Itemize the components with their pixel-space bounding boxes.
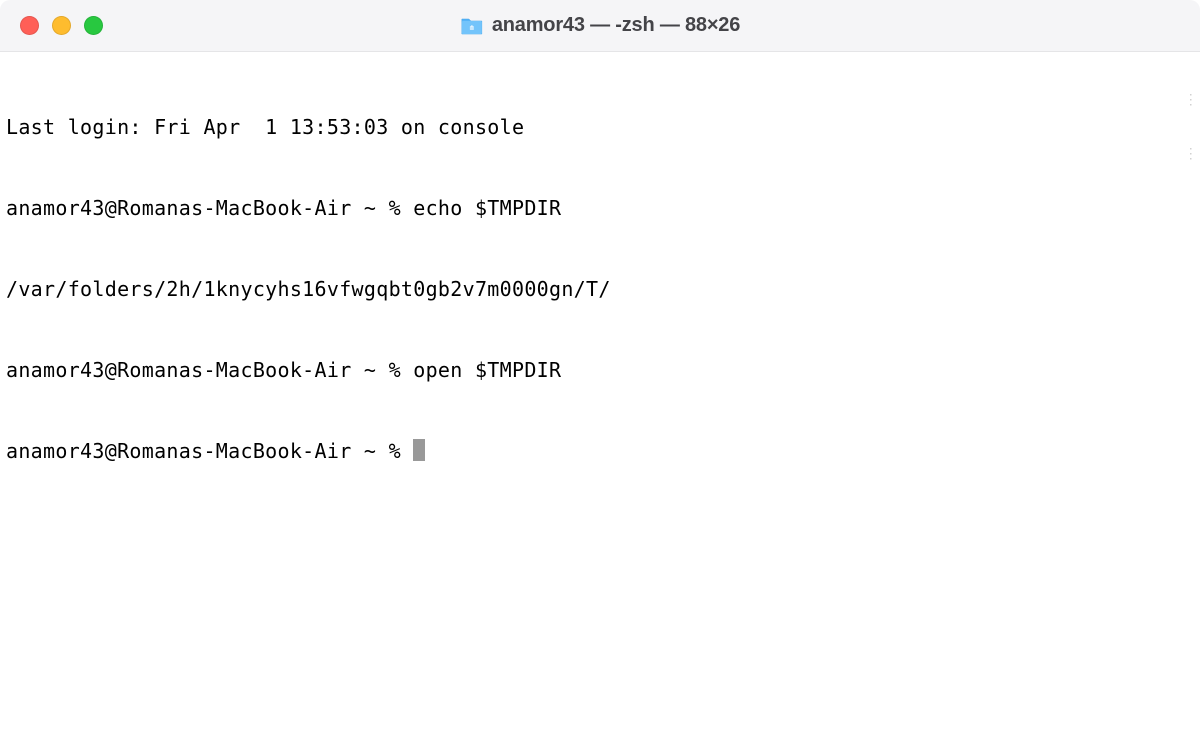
traffic-lights — [0, 16, 103, 35]
line-mark-icon: ⋮ — [1184, 141, 1198, 168]
folder-icon — [460, 16, 484, 36]
line-mark-icon: ⋮ — [1184, 87, 1198, 114]
terminal-prompt: anamor43@Romanas-MacBook-Air ~ % — [6, 439, 413, 463]
window-title: anamor43 — -zsh — 88×26 — [492, 14, 740, 37]
terminal-cursor — [413, 439, 425, 461]
terminal-line: /var/folders/2h/1knycyhs16vfwgqbt0gb2v7m… — [6, 276, 1194, 303]
terminal-line: Last login: Fri Apr 1 13:53:03 on consol… — [6, 114, 1194, 141]
window-titlebar[interactable]: anamor43 — -zsh — 88×26 — [0, 0, 1200, 52]
window-title-area: anamor43 — -zsh — 88×26 — [460, 14, 740, 37]
terminal-prompt-line: anamor43@Romanas-MacBook-Air ~ % — [6, 438, 1194, 465]
minimize-button[interactable] — [52, 16, 71, 35]
terminal-line: anamor43@Romanas-MacBook-Air ~ % open $T… — [6, 357, 1194, 384]
terminal-line: anamor43@Romanas-MacBook-Air ~ % echo $T… — [6, 195, 1194, 222]
terminal-content[interactable]: Last login: Fri Apr 1 13:53:03 on consol… — [0, 52, 1200, 554]
close-button[interactable] — [20, 16, 39, 35]
maximize-button[interactable] — [84, 16, 103, 35]
